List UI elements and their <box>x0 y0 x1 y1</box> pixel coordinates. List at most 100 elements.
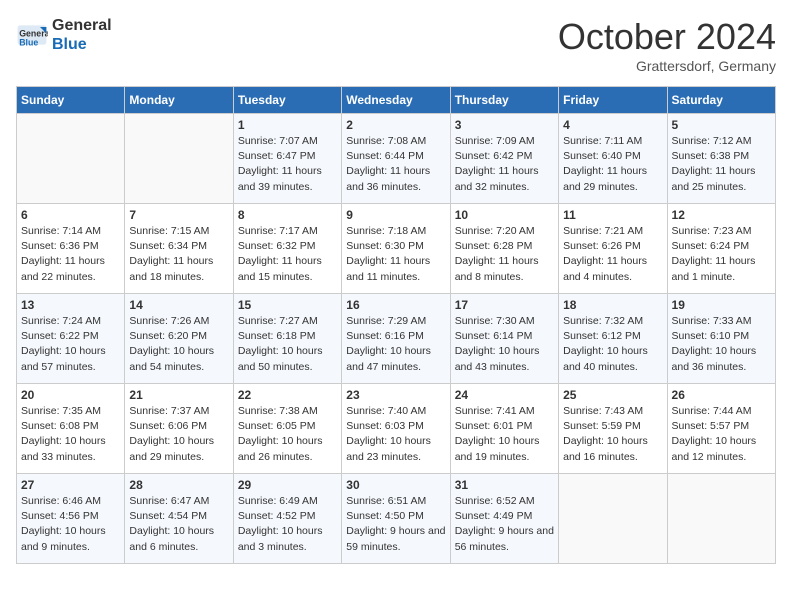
day-number: 1 <box>238 118 337 132</box>
week-row-1: 1 Sunrise: 7:07 AM Sunset: 6:47 PM Daylig… <box>17 114 776 204</box>
day-number: 6 <box>21 208 120 222</box>
calendar-cell: 25Sunrise: 7:43 AM Sunset: 5:59 PM Dayli… <box>559 384 667 474</box>
day-info: Sunrise: 7:33 AM Sunset: 6:10 PM Dayligh… <box>672 314 771 375</box>
day-number: 13 <box>21 298 120 312</box>
day-info: Sunrise: 7:08 AM Sunset: 6:44 PM Dayligh… <box>346 134 445 195</box>
calendar-cell: 17 Sunrise: 7:30 AM Sunset: 6:14 PM Dayli… <box>450 294 558 384</box>
day-info: Sunrise: 7:32 AM Sunset: 6:12 PM Dayligh… <box>563 314 662 375</box>
day-number: 10 <box>455 208 554 222</box>
day-number: 30 <box>346 478 445 492</box>
calendar-cell: 22 Sunrise: 7:38 AM Sunset: 6:05 PM Dayli… <box>233 384 341 474</box>
day-info: Sunrise: 7:38 AM Sunset: 6:05 PM Dayligh… <box>238 404 337 465</box>
day-number: 5 <box>672 118 771 132</box>
calendar-cell: 8Sunrise: 7:17 AM Sunset: 6:32 PM Daylig… <box>233 204 341 294</box>
day-info: Sunrise: 7:37 AM Sunset: 6:06 PM Dayligh… <box>129 404 228 465</box>
page-header: General Blue General Blue October 2024 G… <box>16 16 776 74</box>
calendar-cell: 31 Sunrise: 6:52 AM Sunset: 4:49 PM Dayli… <box>450 474 558 564</box>
day-number: 9 <box>346 208 445 222</box>
day-number: 4 <box>563 118 662 132</box>
calendar-cell: 12 Sunrise: 7:23 AM Sunset: 6:24 PM Dayli… <box>667 204 775 294</box>
calendar-cell: 18 Sunrise: 7:32 AM Sunset: 6:12 PM Dayli… <box>559 294 667 384</box>
calendar-cell: 23Sunrise: 7:40 AM Sunset: 6:03 PM Dayli… <box>342 384 450 474</box>
location-subtitle: Grattersdorf, Germany <box>558 58 776 74</box>
calendar-cell: 4 Sunrise: 7:11 AM Sunset: 6:40 PM Daylig… <box>559 114 667 204</box>
day-info: Sunrise: 7:11 AM Sunset: 6:40 PM Dayligh… <box>563 134 662 195</box>
calendar-cell: 1 Sunrise: 7:07 AM Sunset: 6:47 PM Daylig… <box>233 114 341 204</box>
day-number: 21 <box>129 388 228 402</box>
day-info: Sunrise: 6:49 AM Sunset: 4:52 PM Dayligh… <box>238 494 337 555</box>
logo-icon: General Blue <box>16 19 48 51</box>
calendar-cell: 7 Sunrise: 7:15 AM Sunset: 6:34 PM Daylig… <box>125 204 233 294</box>
day-number: 29 <box>238 478 337 492</box>
day-info: Sunrise: 7:30 AM Sunset: 6:14 PM Dayligh… <box>455 314 554 375</box>
day-number: 15 <box>238 298 337 312</box>
day-number: 3 <box>455 118 554 132</box>
day-number: 12 <box>672 208 771 222</box>
calendar-cell: 3Sunrise: 7:09 AM Sunset: 6:42 PM Daylig… <box>450 114 558 204</box>
day-number: 16 <box>346 298 445 312</box>
day-number: 20 <box>21 388 120 402</box>
day-info: Sunrise: 7:14 AM Sunset: 6:36 PM Dayligh… <box>21 224 120 285</box>
calendar-cell: 20 Sunrise: 7:35 AM Sunset: 6:08 PM Dayli… <box>17 384 125 474</box>
weekday-header-wednesday: Wednesday <box>342 87 450 114</box>
day-number: 8 <box>238 208 337 222</box>
day-info: Sunrise: 7:23 AM Sunset: 6:24 PM Dayligh… <box>672 224 771 285</box>
calendar-cell: 5Sunrise: 7:12 AM Sunset: 6:38 PM Daylig… <box>667 114 775 204</box>
day-number: 26 <box>672 388 771 402</box>
weekday-header-friday: Friday <box>559 87 667 114</box>
day-info: Sunrise: 6:46 AM Sunset: 4:56 PM Dayligh… <box>21 494 120 555</box>
day-number: 18 <box>563 298 662 312</box>
calendar-cell: 6 Sunrise: 7:14 AM Sunset: 6:36 PM Daylig… <box>17 204 125 294</box>
day-number: 11 <box>563 208 662 222</box>
day-number: 31 <box>455 478 554 492</box>
day-info: Sunrise: 6:52 AM Sunset: 4:49 PM Dayligh… <box>455 494 554 555</box>
calendar-cell: 16 Sunrise: 7:29 AM Sunset: 6:16 PM Dayli… <box>342 294 450 384</box>
svg-text:Blue: Blue <box>19 38 38 48</box>
day-info: Sunrise: 6:47 AM Sunset: 4:54 PM Dayligh… <box>129 494 228 555</box>
day-info: Sunrise: 7:35 AM Sunset: 6:08 PM Dayligh… <box>21 404 120 465</box>
calendar-table: SundayMondayTuesdayWednesdayThursdayFrid… <box>16 86 776 564</box>
weekday-header-sunday: Sunday <box>17 87 125 114</box>
calendar-cell: 9 Sunrise: 7:18 AM Sunset: 6:30 PM Daylig… <box>342 204 450 294</box>
day-number: 23 <box>346 388 445 402</box>
logo-general: General <box>52 16 112 35</box>
calendar-cell: 29 Sunrise: 6:49 AM Sunset: 4:52 PM Dayli… <box>233 474 341 564</box>
day-info: Sunrise: 7:43 AM Sunset: 5:59 PM Dayligh… <box>563 404 662 465</box>
day-number: 17 <box>455 298 554 312</box>
week-row-5: 27 Sunrise: 6:46 AM Sunset: 4:56 PM Dayli… <box>17 474 776 564</box>
calendar-cell: 21 Sunrise: 7:37 AM Sunset: 6:06 PM Dayli… <box>125 384 233 474</box>
calendar-cell: 11 Sunrise: 7:21 AM Sunset: 6:26 PM Dayli… <box>559 204 667 294</box>
weekday-header-thursday: Thursday <box>450 87 558 114</box>
calendar-cell: 14Sunrise: 7:26 AM Sunset: 6:20 PM Dayli… <box>125 294 233 384</box>
logo-blue: Blue <box>52 35 112 54</box>
calendar-cell: 15Sunrise: 7:27 AM Sunset: 6:18 PM Dayli… <box>233 294 341 384</box>
calendar-cell: 24Sunrise: 7:41 AM Sunset: 6:01 PM Dayli… <box>450 384 558 474</box>
calendar-cell: 10Sunrise: 7:20 AM Sunset: 6:28 PM Dayli… <box>450 204 558 294</box>
day-number: 28 <box>129 478 228 492</box>
calendar-cell <box>559 474 667 564</box>
day-number: 24 <box>455 388 554 402</box>
day-number: 22 <box>238 388 337 402</box>
calendar-cell: 28 Sunrise: 6:47 AM Sunset: 4:54 PM Dayli… <box>125 474 233 564</box>
calendar-cell <box>125 114 233 204</box>
day-info: Sunrise: 7:21 AM Sunset: 6:26 PM Dayligh… <box>563 224 662 285</box>
calendar-cell: 13 Sunrise: 7:24 AM Sunset: 6:22 PM Dayli… <box>17 294 125 384</box>
day-info: Sunrise: 6:51 AM Sunset: 4:50 PM Dayligh… <box>346 494 445 555</box>
day-number: 2 <box>346 118 445 132</box>
day-info: Sunrise: 7:29 AM Sunset: 6:16 PM Dayligh… <box>346 314 445 375</box>
day-number: 27 <box>21 478 120 492</box>
day-info: Sunrise: 7:07 AM Sunset: 6:47 PM Dayligh… <box>238 134 337 195</box>
title-block: October 2024 Grattersdorf, Germany <box>558 16 776 74</box>
day-info: Sunrise: 7:26 AM Sunset: 6:20 PM Dayligh… <box>129 314 228 375</box>
calendar-cell: 26Sunrise: 7:44 AM Sunset: 5:57 PM Dayli… <box>667 384 775 474</box>
calendar-cell: 19 Sunrise: 7:33 AM Sunset: 6:10 PM Dayli… <box>667 294 775 384</box>
day-info: Sunrise: 7:24 AM Sunset: 6:22 PM Dayligh… <box>21 314 120 375</box>
day-info: Sunrise: 7:15 AM Sunset: 6:34 PM Dayligh… <box>129 224 228 285</box>
weekday-header-row: SundayMondayTuesdayWednesdayThursdayFrid… <box>17 87 776 114</box>
calendar-cell <box>17 114 125 204</box>
day-info: Sunrise: 7:18 AM Sunset: 6:30 PM Dayligh… <box>346 224 445 285</box>
day-number: 7 <box>129 208 228 222</box>
calendar-cell <box>667 474 775 564</box>
day-number: 19 <box>672 298 771 312</box>
calendar-cell: 30 Sunrise: 6:51 AM Sunset: 4:50 PM Dayli… <box>342 474 450 564</box>
